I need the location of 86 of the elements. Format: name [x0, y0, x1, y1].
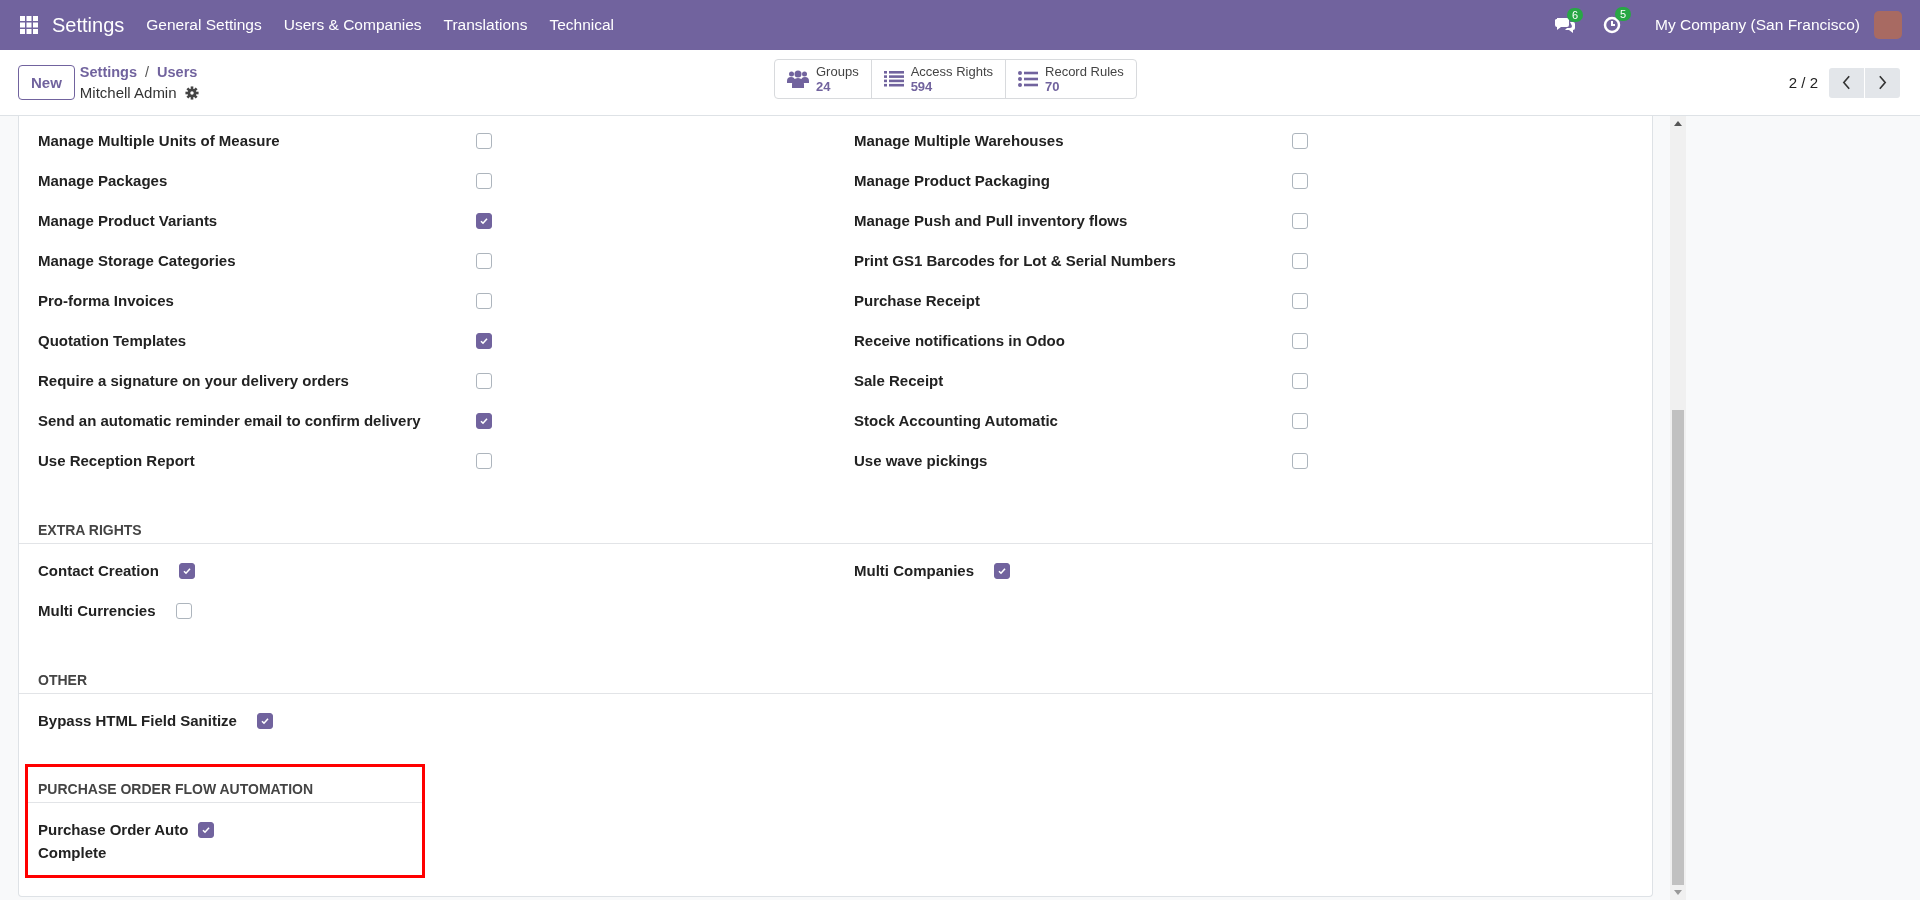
field-label: Contact Creation — [38, 561, 159, 579]
field-label: Use wave pickings — [854, 451, 989, 469]
pager-value[interactable]: 2 / 2 — [1788, 74, 1818, 91]
check-icon — [201, 824, 211, 835]
user-avatar[interactable] — [1874, 11, 1902, 39]
check-icon — [479, 215, 489, 226]
activity-count-badge: 5 — [1615, 7, 1632, 21]
field-label: Sale Receipt — [854, 371, 945, 389]
checkbox[interactable] — [476, 412, 492, 429]
menu-item[interactable]: Translations — [443, 16, 528, 34]
checkbox[interactable] — [175, 602, 192, 619]
clock-icon[interactable] — [1603, 16, 1621, 34]
breadcrumb-separator: / — [145, 64, 150, 80]
checkbox[interactable] — [1292, 292, 1308, 309]
checkbox[interactable] — [476, 172, 492, 189]
stat-button[interactable]: Access Rights 594 — [871, 60, 1006, 98]
new-button[interactable]: New — [18, 65, 75, 100]
menu-item[interactable]: Users & Companies — [283, 16, 422, 34]
checkbox[interactable] — [1292, 252, 1308, 269]
checkbox[interactable] — [994, 562, 1010, 579]
stat-button[interactable]: Groups 24 — [775, 60, 872, 98]
field-label: Require a signature on your delivery orders — [38, 371, 350, 389]
menu-item[interactable]: General Settings — [146, 16, 262, 34]
check-icon — [479, 415, 489, 426]
section-heading: OTHER — [19, 658, 1652, 694]
field-label: Quotation Templates — [38, 331, 188, 349]
menu-item[interactable]: Technical — [549, 16, 615, 34]
field-label: Stock Accounting Automatic — [854, 411, 1059, 429]
checkbox[interactable] — [476, 292, 492, 309]
checkbox[interactable] — [476, 252, 492, 269]
field-label: Purchase Receipt — [854, 291, 981, 309]
next-button[interactable] — [1865, 67, 1900, 98]
checkbox[interactable] — [1292, 332, 1308, 349]
check-icon — [997, 565, 1007, 576]
previous-button[interactable] — [1829, 67, 1864, 98]
field-label: Print GS1 Barcodes for Lot & Serial Numbers — [854, 251, 1177, 269]
scrollbar[interactable] — [1670, 116, 1686, 900]
field-label: Purchase Order Auto Complete — [38, 819, 190, 863]
message-count-badge: 6 — [1567, 8, 1584, 22]
checkbox[interactable] — [1292, 412, 1308, 429]
gear-icon[interactable] — [184, 85, 199, 100]
field-label: Pro-forma Invoices — [38, 291, 175, 309]
field-label: Manage Multiple Warehouses — [854, 131, 1065, 149]
field-label: Manage Push and Pull inventory flows — [854, 211, 1129, 229]
record-name: Mitchell Admin — [79, 84, 177, 101]
checkbox[interactable] — [476, 372, 492, 389]
checkbox[interactable] — [476, 212, 492, 229]
list-icon — [883, 71, 904, 87]
checkbox[interactable] — [1292, 132, 1308, 149]
section-heading: PURCHASE ORDER FLOW AUTOMATION — [28, 767, 422, 803]
breadcrumb-link[interactable]: Users — [157, 64, 198, 80]
chevron-left-icon — [1842, 75, 1851, 90]
check-icon — [259, 715, 270, 726]
checkbox[interactable] — [198, 821, 214, 838]
checkbox[interactable] — [1292, 452, 1308, 469]
field-label: Use Reception Report — [38, 451, 196, 469]
checkbox[interactable] — [476, 132, 492, 149]
field-label: Receive notifications in Odoo — [854, 331, 1066, 349]
field-label: Multi Currencies — [38, 601, 156, 619]
field-label: Manage Packages — [38, 171, 169, 189]
field-label: Send an automatic reminder email to confirm delivery — [38, 411, 422, 429]
field-label: Manage Product Packaging — [854, 171, 1051, 189]
section-heading: EXTRA RIGHTS — [19, 508, 1652, 544]
chat-icon[interactable] — [1555, 17, 1575, 33]
company-switcher[interactable]: My Company (San Francisco) — [1655, 16, 1860, 34]
checkbox[interactable] — [1292, 212, 1308, 229]
app-name[interactable]: Settings — [52, 13, 125, 37]
chevron-right-icon — [1878, 75, 1887, 90]
field-label: Bypass HTML Field Sanitize — [38, 711, 237, 729]
checkbox[interactable] — [256, 712, 273, 729]
app-grid-icon[interactable] — [20, 16, 38, 34]
checkbox[interactable] — [1292, 372, 1308, 389]
check-icon — [181, 565, 192, 576]
people-icon — [787, 70, 809, 88]
checkbox[interactable] — [476, 452, 492, 469]
field-label: Manage Multiple Units of Measure — [38, 131, 281, 149]
checkbox[interactable] — [476, 332, 492, 349]
breadcrumb-link[interactable]: Settings — [79, 64, 138, 80]
checkbox[interactable] — [178, 562, 195, 579]
stat-button[interactable]: Record Rules 70 — [1006, 60, 1136, 98]
check-icon — [479, 335, 489, 346]
field-label: Multi Companies — [854, 561, 974, 579]
field-label: Manage Storage Categories — [38, 251, 237, 269]
checkbox[interactable] — [1292, 172, 1308, 189]
bulleted-list-icon — [1018, 71, 1038, 87]
field-label: Manage Product Variants — [38, 211, 219, 229]
